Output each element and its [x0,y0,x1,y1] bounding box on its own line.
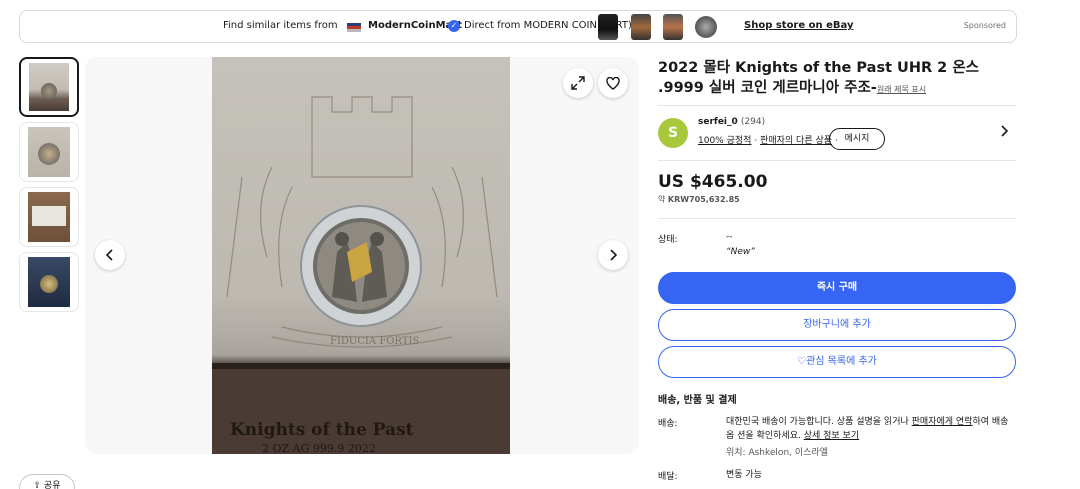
listing-title: 2022 몰타 Knights of the Past UHR 2 온스 .99… [658,58,1020,100]
seller-feedback-count: (294) [740,117,766,127]
chevron-left-icon[interactable] [95,240,125,270]
divider [658,160,1016,161]
title-text: 2022 몰타 Knights of the Past UHR 2 온스 .99… [658,60,980,96]
photo-engraving: Knights of the Past [230,420,414,440]
price: US $465.00 [658,172,768,192]
share-label: 공유 [43,481,61,489]
thumbnail-4[interactable] [19,252,79,312]
condition-value: -- [726,232,733,242]
thumbnail-3[interactable] [19,187,79,247]
seller-name[interactable]: serfei_0 [698,117,738,127]
thumbnail-2[interactable] [19,122,79,182]
separator: · [754,136,758,146]
add-to-cart-button[interactable]: 장바구니에 추가 [658,309,1016,341]
find-similar-text: Find similar items from [223,20,338,31]
item-location: 위치: Ashkelon, 이스라엘 [726,448,828,458]
see-details-link[interactable]: 상세 정보 보기 [804,431,859,441]
contact-seller-link[interactable]: 판매자에게 연락 [912,417,973,427]
shipping-text-1: 대한민국 배송이 가능합니다. 상품 설명을 읽거나 [726,417,909,427]
coin-display-photo: FIDUCIA FORTIS Knights of the Past 2 OZ … [212,57,510,454]
condition-label: 상태: [658,235,678,245]
share-button[interactable]: ⇪ 공유 [19,474,75,489]
watchlist-label: 관심 목록에 추가 [806,356,877,367]
banner-thumb-2[interactable] [631,14,651,40]
divider [658,105,1016,106]
chevron-right-icon[interactable] [598,240,628,270]
condition-quote: “New” [726,247,755,257]
thumbnail-list [19,57,81,317]
banner-thumb-3[interactable] [663,14,683,40]
approx-value: KRW705,632.85 [667,195,740,204]
watchlist-button[interactable]: ♡관심 목록에 추가 [658,346,1016,378]
sponsored-banner: Find similar items from ModernCoinMart ✓… [19,10,1017,43]
expand-icon[interactable] [563,68,593,98]
delivery-label: 배달: [658,472,678,482]
divider [658,218,1016,219]
seller-avatar[interactable]: S [658,118,688,148]
verified-icon: ✓ [448,20,460,32]
thumbnail-1[interactable] [19,57,79,117]
seller-links: 100% 긍정적 · 판매자의 다른 상품 · [698,133,838,146]
buy-now-button[interactable]: 즉시 구매 [658,272,1016,304]
photo-motto: FIDUCIA FORTIS [330,336,419,347]
store-logo-icon [347,23,361,32]
approx-price: 약 KRW705,632.85 [658,194,740,205]
main-product-image[interactable]: FIDUCIA FORTIS Knights of the Past 2 OZ … [85,57,639,454]
shop-store-link[interactable]: Shop store on eBay [744,20,853,31]
approx-prefix: 약 [658,195,666,204]
message-button[interactable]: 메시지 [829,128,885,150]
shipping-label: 배송: [658,419,678,429]
shipping-section-title: 배송, 반품 및 결제 [658,395,737,406]
coin-illustration: FIDUCIA FORTIS Knights of the Past 2 OZ … [212,96,510,454]
photo-engraving-2: 2 OZ AG 999.9 2022 [262,442,376,454]
seller-other-items-link[interactable]: 판매자의 다른 상품 [760,136,832,146]
chevron-right-icon[interactable] [1000,125,1009,141]
banner-thumb-1[interactable] [598,14,618,40]
heart-icon[interactable] [598,68,628,98]
seller-info[interactable]: serfei_0 (294) [698,117,765,127]
sponsored-label: Sponsored [963,21,1006,30]
shipping-text: 대한민국 배송이 가능합니다. 상품 설명을 읽거나 판매자에게 연락하여 배송… [726,415,1016,443]
share-icon: ⇪ [33,481,42,489]
banner-thumb-4[interactable] [695,16,717,38]
delivery-value: 변동 가능 [726,470,762,480]
original-title-link[interactable]: 원래 제목 표시 [877,85,926,94]
seller-positive-link[interactable]: 100% 긍정적 [698,136,751,146]
heart-icon: ♡ [797,356,807,367]
shipping-text-3: 션을 확인하세요. [737,431,801,441]
